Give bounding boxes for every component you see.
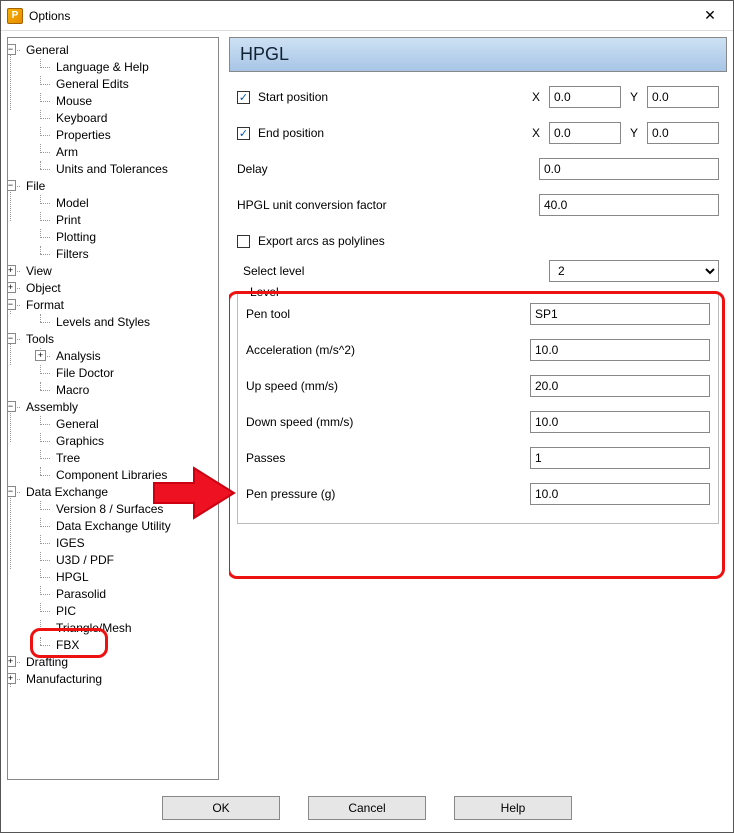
dialog-buttons: OK Cancel Help [1,786,733,832]
tree-parasolid[interactable]: Parasolid [54,587,108,601]
tree-fbx[interactable]: FBX [54,638,81,652]
level-group: Level Pen tool Acceleration (m/s^2) Up s… [237,292,719,524]
tree-assembly-general[interactable]: General [54,417,101,431]
cancel-button[interactable]: Cancel [308,796,426,820]
end-x-input[interactable] [549,122,621,144]
x-label: X [529,90,543,104]
tree-tools[interactable]: Tools [24,332,56,346]
tree-hpgl[interactable]: HPGL [54,570,91,584]
start-position-label: Start position [258,90,328,104]
tree-mouse[interactable]: Mouse [54,94,94,108]
expander-icon[interactable]: − [7,486,16,497]
tree-triangle-mesh[interactable]: Triangle/Mesh [54,621,134,635]
tree-print[interactable]: Print [54,213,83,227]
start-y-input[interactable] [647,86,719,108]
expander-icon[interactable]: − [7,299,16,310]
tree-pic[interactable]: PIC [54,604,78,618]
tree-object[interactable]: Object [24,281,63,295]
expander-icon[interactable]: + [7,265,16,276]
conversion-label: HPGL unit conversion factor [237,198,387,212]
help-button[interactable]: Help [454,796,572,820]
tree-levels-styles[interactable]: Levels and Styles [54,315,152,329]
ok-button[interactable]: OK [162,796,280,820]
tree-units-tolerances[interactable]: Units and Tolerances [54,162,170,176]
pen-tool-label: Pen tool [246,307,290,321]
select-level-label: Select level [243,264,304,278]
export-arcs-label: Export arcs as polylines [258,234,385,248]
options-dialog: P Options ✕ − General Language & Help Ge… [0,0,734,833]
tree-analysis[interactable]: Analysis [54,349,103,363]
select-level-dropdown[interactable]: 2 [549,260,719,282]
down-speed-label: Down speed (mm/s) [246,415,353,429]
tree-arm[interactable]: Arm [54,145,80,159]
start-position-checkbox[interactable]: ✓ [237,91,250,104]
tree-plotting[interactable]: Plotting [54,230,98,244]
pen-pressure-label: Pen pressure (g) [246,487,335,501]
tree-assembly-graphics[interactable]: Graphics [54,434,106,448]
tree-assembly[interactable]: Assembly [24,400,80,414]
tree-file-doctor[interactable]: File Doctor [54,366,116,380]
close-button[interactable]: ✕ [687,1,733,31]
panel-title: HPGL [229,37,727,72]
export-arcs-checkbox[interactable] [237,235,250,248]
expander-icon[interactable]: + [7,656,16,667]
tree-data-exchange-utility[interactable]: Data Exchange Utility [54,519,173,533]
tree-component-libraries[interactable]: Component Libraries [54,468,169,482]
tree-u3d-pdf[interactable]: U3D / PDF [54,553,116,567]
down-speed-input[interactable] [530,411,710,433]
expander-icon[interactable]: + [7,673,16,684]
tree-language-help[interactable]: Language & Help [54,60,151,74]
acceleration-input[interactable] [530,339,710,361]
delay-input[interactable] [539,158,719,180]
options-tree[interactable]: − General Language & Help General Edits … [7,37,219,780]
tree-manufacturing[interactable]: Manufacturing [24,672,104,686]
start-x-input[interactable] [549,86,621,108]
tree-filters[interactable]: Filters [54,247,91,261]
end-position-label: End position [258,126,324,140]
tree-drafting[interactable]: Drafting [24,655,70,669]
x-label: X [529,126,543,140]
tree-format[interactable]: Format [24,298,66,312]
y-label: Y [627,126,641,140]
expander-icon[interactable]: + [7,282,16,293]
pen-pressure-input[interactable] [530,483,710,505]
tree-model[interactable]: Model [54,196,91,210]
tree-general[interactable]: General [24,43,71,57]
tree-view[interactable]: View [24,264,54,278]
tree-macro[interactable]: Macro [54,383,91,397]
passes-input[interactable] [530,447,710,469]
expander-icon[interactable]: − [7,333,16,344]
level-legend: Level [246,285,283,299]
tree-general-edits[interactable]: General Edits [54,77,131,91]
tree-iges[interactable]: IGES [54,536,87,550]
acceleration-label: Acceleration (m/s^2) [246,343,355,357]
expander-icon[interactable]: − [7,401,16,412]
up-speed-input[interactable] [530,375,710,397]
end-position-checkbox[interactable]: ✓ [237,127,250,140]
tree-keyboard[interactable]: Keyboard [54,111,109,125]
tree-assembly-tree[interactable]: Tree [54,451,82,465]
conversion-input[interactable] [539,194,719,216]
settings-panel: HPGL ✓ Start position X Y [229,37,727,780]
expander-icon[interactable]: + [35,350,46,361]
expander-icon[interactable]: − [7,44,16,55]
expander-icon[interactable]: − [7,180,16,191]
tree-properties[interactable]: Properties [54,128,113,142]
end-y-input[interactable] [647,122,719,144]
titlebar: P Options ✕ [1,1,733,31]
passes-label: Passes [246,451,285,465]
pen-tool-input[interactable] [530,303,710,325]
y-label: Y [627,90,641,104]
tree-file[interactable]: File [24,179,47,193]
window-title: Options [29,9,687,23]
delay-label: Delay [237,162,268,176]
tree-version8-surfaces[interactable]: Version 8 / Surfaces [54,502,165,516]
up-speed-label: Up speed (mm/s) [246,379,338,393]
tree-data-exchange[interactable]: Data Exchange [24,485,110,499]
app-icon: P [7,8,23,24]
